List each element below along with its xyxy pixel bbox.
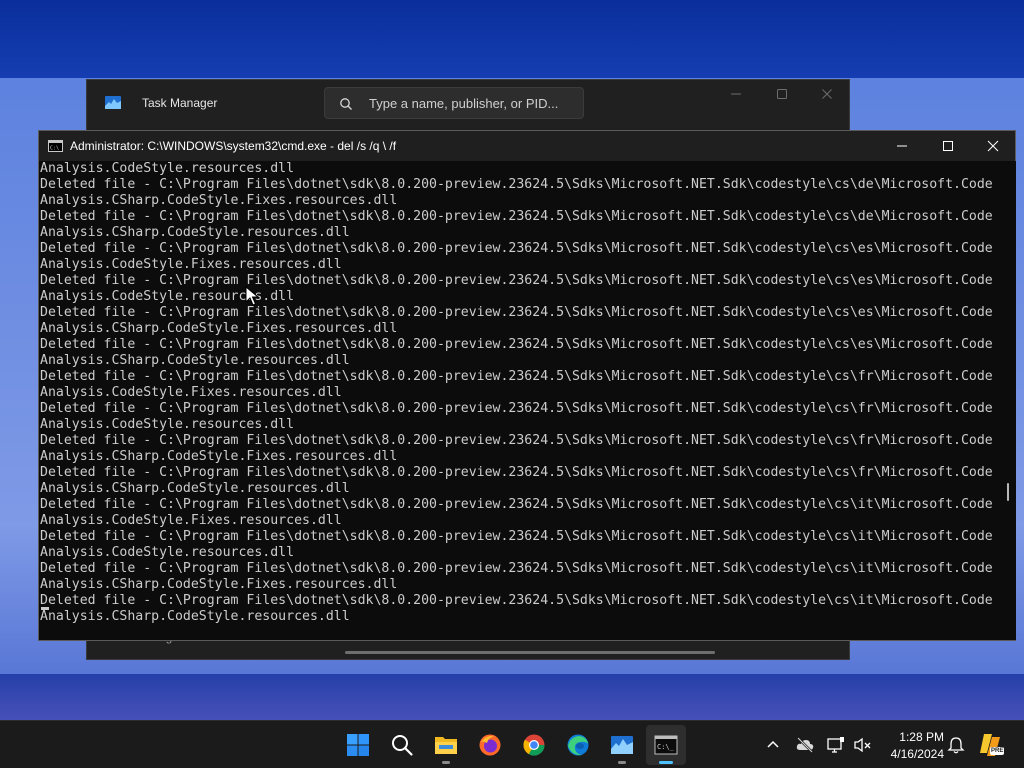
search-icon: [392, 735, 413, 756]
command-prompt-titlebar[interactable]: C:\ Administrator: C:\WINDOWS\system32\c…: [39, 131, 1015, 161]
console-line: Deleted file - C:\Program Files\dotnet\s…: [40, 401, 993, 416]
console-line: Deleted file - C:\Program Files\dotnet\s…: [40, 305, 993, 320]
console-line: Deleted file - C:\Program Files\dotnet\s…: [40, 433, 993, 448]
running-indicator: [618, 761, 626, 764]
running-indicator: [442, 761, 450, 764]
console-line: Analysis.CSharp.CodeStyle.resources.dll: [40, 481, 350, 496]
minimize-button[interactable]: [879, 131, 925, 161]
notification-bell-icon[interactable]: [946, 735, 966, 755]
svg-text:C:\: C:\: [50, 146, 59, 152]
console-line: Deleted file - C:\Program Files\dotnet\s…: [40, 497, 993, 512]
console-line: Analysis.CodeStyle.resources.dll: [40, 417, 295, 432]
console-line: Analysis.CodeStyle.resources.dll: [40, 289, 295, 304]
chrome-icon: [523, 734, 545, 756]
console-line: Analysis.CodeStyle.Fixes.resources.dll: [40, 385, 342, 400]
clock-date: 4/16/2024: [890, 747, 944, 761]
terminal-icon: C:\_: [654, 735, 678, 755]
taskbar-firefox[interactable]: [470, 725, 510, 765]
console-line: Deleted file - C:\Program Files\dotnet\s…: [40, 337, 993, 352]
console-line: Deleted file - C:\Program Files\dotnet\s…: [40, 241, 993, 256]
console-line: Deleted file - C:\Program Files\dotnet\s…: [40, 465, 993, 480]
console-line: Analysis.CodeStyle.Fixes.resources.dll: [40, 257, 342, 272]
copilot-button[interactable]: PRE: [978, 731, 1006, 759]
taskbar-command-prompt[interactable]: C:\_: [646, 725, 686, 765]
minimize-icon: [897, 145, 907, 147]
task-manager-search-input[interactable]: [369, 94, 574, 112]
close-icon: [822, 89, 832, 99]
speaker-muted-icon[interactable]: [853, 735, 873, 755]
console-line: Deleted file - C:\Program Files\dotnet\s…: [40, 209, 993, 224]
task-manager-title: Task Manager: [142, 96, 218, 110]
text-cursor: [41, 607, 49, 610]
console-line: Analysis.CSharp.CodeStyle.resources.dll: [40, 225, 350, 240]
task-manager-titlebar[interactable]: Task Manager: [87, 80, 849, 126]
chevron-up-icon[interactable]: [763, 735, 783, 755]
console-line: Deleted file - C:\Program Files\dotnet\s…: [40, 177, 993, 192]
firefox-icon: [479, 734, 501, 756]
console-line: Analysis.CSharp.CodeStyle.resources.dll: [40, 609, 350, 624]
edge-icon: [567, 734, 589, 756]
taskbar-file-explorer[interactable]: [426, 725, 466, 765]
command-prompt-title: Administrator: C:\WINDOWS\system32\cmd.e…: [70, 139, 397, 153]
maximize-icon: [777, 89, 787, 99]
command-prompt-window[interactable]: C:\ Administrator: C:\WINDOWS\system32\c…: [38, 130, 1016, 641]
scrollbar-thumb[interactable]: [1007, 483, 1009, 501]
task-manager-search-box[interactable]: [324, 87, 584, 119]
taskbar: C:\_ 1:28 PM 4/16/2024 PRE: [0, 720, 1024, 768]
folder-icon: [435, 737, 457, 754]
close-icon: [987, 140, 999, 152]
console-line: Analysis.CSharp.CodeStyle.Fixes.resource…: [40, 449, 398, 464]
clock-time: 1:28 PM: [899, 730, 944, 744]
taskbar-search-button[interactable]: [382, 725, 422, 765]
taskbar-chrome[interactable]: [514, 725, 554, 765]
console-line: Deleted file - C:\Program Files\dotnet\s…: [40, 369, 993, 384]
search-icon: [340, 98, 352, 110]
minimize-icon: [731, 93, 741, 95]
cloud-offline-icon[interactable]: [795, 735, 815, 755]
console-output[interactable]: Analysis.CodeStyle.resources.dll Deleted …: [39, 161, 1001, 640]
vertical-scrollbar[interactable]: [1001, 161, 1016, 640]
task-manager-icon: [611, 736, 633, 754]
console-line: Deleted file - C:\Program Files\dotnet\s…: [40, 529, 993, 544]
taskbar-edge[interactable]: [558, 725, 598, 765]
close-button[interactable]: [812, 86, 842, 104]
console-line: Analysis.CodeStyle.resources.dll: [40, 545, 295, 560]
console-line: Analysis.CodeStyle.resources.dll: [40, 161, 295, 176]
console-line: Analysis.CodeStyle.Fixes.resources.dll: [40, 513, 342, 528]
system-clock[interactable]: 1:28 PM 4/16/2024: [880, 729, 944, 763]
console-line: Analysis.CSharp.CodeStyle.Fixes.resource…: [40, 321, 398, 336]
maximize-button[interactable]: [767, 86, 797, 104]
horizontal-scrollbar[interactable]: [345, 651, 715, 654]
mouse-pointer-icon: [245, 286, 259, 306]
maximize-icon: [943, 141, 953, 151]
terminal-icon: C:\: [48, 140, 63, 152]
console-line: Deleted file - C:\Program Files\dotnet\s…: [40, 561, 993, 576]
network-icon[interactable]: [826, 735, 846, 755]
minimize-button[interactable]: [721, 86, 751, 104]
taskbar-task-manager[interactable]: [602, 725, 642, 765]
taskbar-start-button[interactable]: [338, 725, 378, 765]
copilot-preview-badge: PRE: [990, 747, 1005, 755]
maximize-button[interactable]: [925, 131, 971, 161]
console-line: Analysis.CSharp.CodeStyle.resources.dll: [40, 353, 350, 368]
console-line: Deleted file - C:\Program Files\dotnet\s…: [40, 273, 993, 288]
console-line: Analysis.CSharp.CodeStyle.Fixes.resource…: [40, 193, 398, 208]
windows-start-icon: [347, 734, 369, 756]
active-indicator: [659, 761, 673, 764]
close-button[interactable]: [970, 131, 1016, 161]
task-manager-icon: [105, 96, 121, 109]
svg-text:C:\_: C:\_: [657, 743, 675, 751]
console-line: Deleted file - C:\Program Files\dotnet\s…: [40, 593, 993, 608]
desktop-wallpaper-lower: [0, 674, 1024, 720]
console-line: Analysis.CSharp.CodeStyle.Fixes.resource…: [40, 577, 398, 592]
